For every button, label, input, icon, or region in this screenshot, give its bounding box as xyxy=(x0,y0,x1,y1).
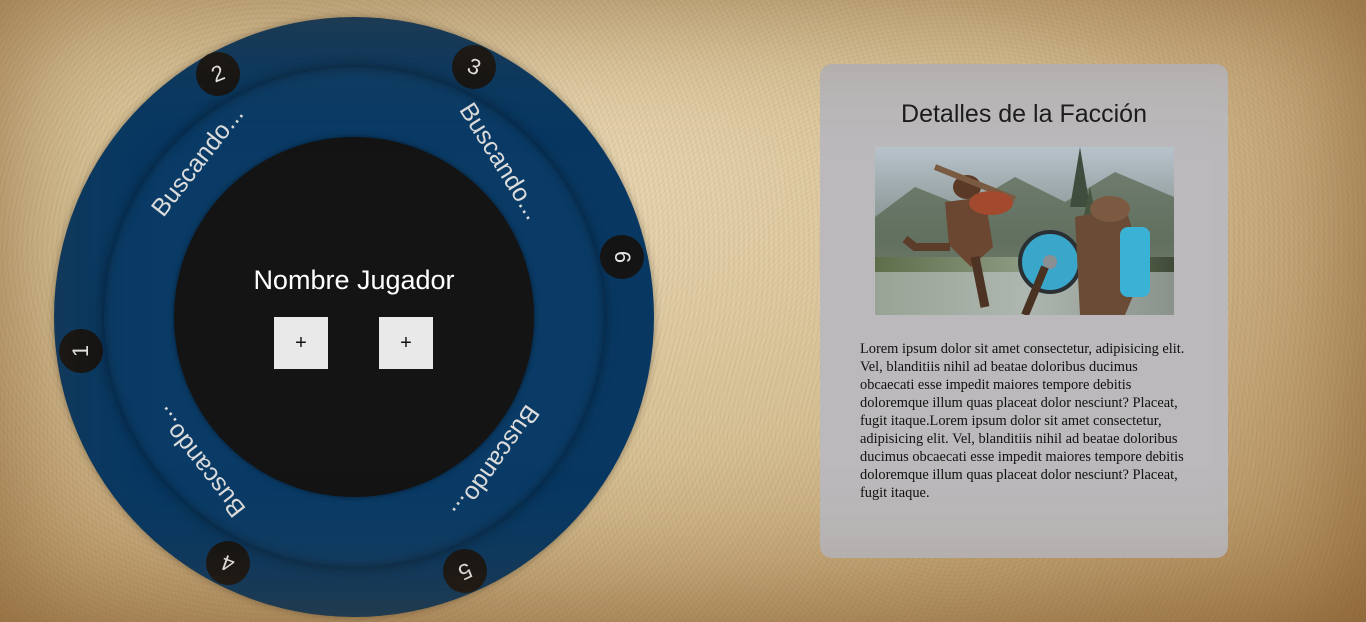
warriors-battle-image xyxy=(875,147,1174,315)
panel-title: Detalles de la Facción xyxy=(901,100,1147,128)
faction-details-panel: Detalles de la Facción Lorem ipsum dolor… xyxy=(820,64,1228,558)
seat-badge-5[interactable]: 5 xyxy=(435,541,495,601)
seat-wheel: Nombre Jugador + + Buscando... Buscando.… xyxy=(54,17,654,617)
player-center: Nombre Jugador + + xyxy=(174,137,534,497)
player-name: Nombre Jugador xyxy=(253,265,455,295)
faction-illustration xyxy=(875,147,1174,315)
seat-badge-6[interactable]: 6 xyxy=(600,235,644,279)
faction-description: Lorem ipsum dolor sit amet consectetur, … xyxy=(860,341,1185,501)
add-button-left[interactable]: + xyxy=(274,317,328,369)
seat-badge-1[interactable]: 1 xyxy=(59,329,103,373)
add-button-right[interactable]: + xyxy=(379,317,433,369)
